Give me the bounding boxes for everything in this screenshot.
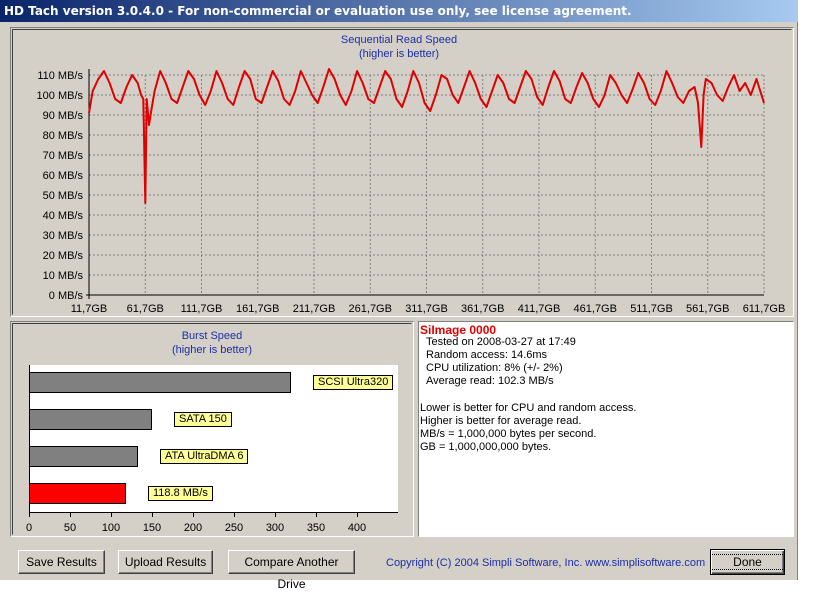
- hdtach-window: HD Tach version 3.0.4.0 - For non-commer…: [0, 0, 798, 591]
- burst-bar-tag: SATA 150: [174, 412, 232, 427]
- note-lower-better: Lower is better for CPU and random acces…: [420, 402, 637, 414]
- burst-x-tick-mark: [316, 513, 317, 517]
- burst-bar-tag: ATA UltraDMA 6: [160, 449, 249, 464]
- burst-bar-tag: SCSI Ultra320: [313, 375, 394, 390]
- burst-x-tick-label: 200: [183, 522, 203, 534]
- burst-x-tick-label: 0: [25, 522, 33, 534]
- done-button[interactable]: Done: [710, 549, 785, 575]
- burst-x-tick-label: 100: [101, 522, 121, 534]
- burst-x-tick-mark: [275, 513, 276, 517]
- random-access-text: Random access: 14.6ms: [426, 349, 548, 361]
- burst-x-tick-label: 400: [347, 522, 367, 534]
- drive-name: SiImage 0000: [420, 323, 497, 337]
- burst-x-tick-mark: [70, 513, 71, 517]
- note-mbs-definition: MB/s = 1,000,000 bytes per second.: [420, 428, 597, 440]
- save-results-button[interactable]: Save Results: [18, 550, 105, 574]
- burst-x-tick-label: 350: [306, 522, 326, 534]
- burst-x-tick-mark: [111, 513, 112, 517]
- cpu-utilization-text: CPU utilization: 8% (+/- 2%): [426, 362, 563, 374]
- burst-x-tick-mark: [193, 513, 194, 517]
- burst-x-tick-mark: [152, 513, 153, 517]
- burst-bar-current-drive: [29, 483, 126, 504]
- burst-x-tick-label: 250: [224, 522, 244, 534]
- tested-on-text: Tested on 2008-03-27 at 17:49: [426, 336, 576, 348]
- upload-results-button[interactable]: Upload Results: [118, 550, 213, 574]
- results-info-panel: SiImage 0000 Tested on 2008-03-27 at 17:…: [418, 321, 794, 537]
- burst-x-tick-label: 50: [63, 522, 77, 534]
- burst-bar-tag: 118.8 MB/s: [148, 486, 213, 501]
- compare-another-drive-button[interactable]: Compare Another Drive: [228, 550, 355, 591]
- save-results-label: Save Results: [26, 555, 97, 569]
- note-higher-better: Higher is better for average read.: [420, 415, 582, 427]
- upload-results-label: Upload Results: [124, 555, 207, 569]
- burst-bar-reference: [29, 372, 291, 393]
- burst-x-tick-label: 300: [265, 522, 285, 534]
- copyright-text: Copyright (C) 2004 Simpli Software, Inc.…: [386, 557, 706, 569]
- average-read-text: Average read: 102.3 MB/s: [426, 375, 554, 387]
- burst-bar-reference: [29, 446, 138, 467]
- burst-x-tick-mark: [29, 513, 30, 517]
- burst-bar-reference: [29, 409, 152, 430]
- burst-x-tick-mark: [234, 513, 235, 517]
- note-gb-definition: GB = 1,000,000,000 bytes.: [420, 441, 552, 453]
- burst-x-tick-label: 150: [142, 522, 162, 534]
- compare-another-drive-label: Compare Another Drive: [244, 555, 339, 591]
- done-label: Done: [710, 554, 785, 570]
- burst-x-tick-mark: [357, 513, 358, 517]
